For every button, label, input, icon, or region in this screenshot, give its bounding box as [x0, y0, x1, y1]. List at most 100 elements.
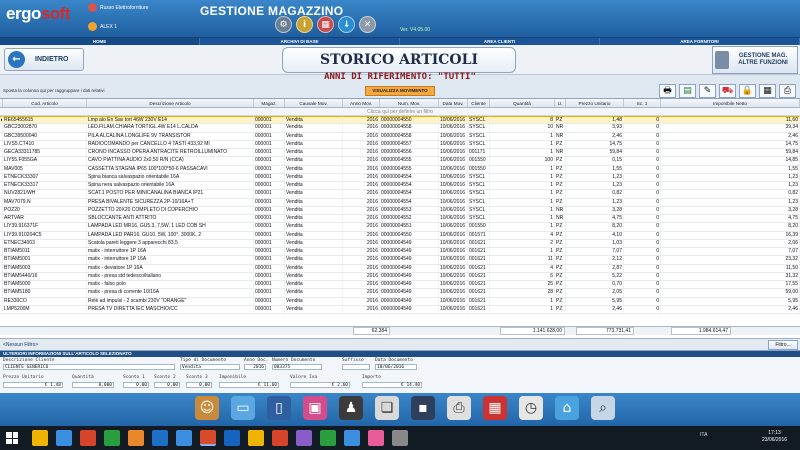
table-row[interactable]: GECA33311785 CRONO INCASSO OPERA ANTRACIT…: [0, 149, 800, 158]
cell-quantita: 1: [490, 149, 555, 157]
taskbar-app-icon[interactable]: [152, 430, 168, 446]
table-row[interactable]: BTIAM5011 matix - interruttore 1P 16A 0000…: [0, 248, 800, 257]
col-um[interactable]: U. M.: [555, 99, 566, 115]
printer-icon[interactable]: ⎙: [447, 396, 471, 420]
excel-icon[interactable]: ▤: [679, 84, 696, 98]
taskbar-app-icon[interactable]: [80, 430, 96, 446]
calendar-icon[interactable]: ▦: [483, 396, 507, 420]
table-row[interactable]: LIY39.910204C5 LAMPADA LED PAR16, GU10, 5…: [0, 231, 800, 240]
calendar-icon[interactable]: ▦: [317, 16, 334, 33]
cell-prezzo-unitario: 1,55: [566, 165, 624, 173]
menu-archivi-di-base[interactable]: ARCHIVI DI BASE: [200, 38, 400, 45]
table-row[interactable]: ▸RE65455615Lmp alo En Sav tort 46W 230V …: [0, 116, 800, 125]
col-cliente[interactable]: Cliente: [468, 99, 490, 107]
col-anno[interactable]: Anno Mov.: [343, 99, 380, 107]
menu-area-clienti[interactable]: AREA CLIENTI: [400, 38, 600, 45]
taskbar-app-icon[interactable]: [368, 430, 384, 446]
calculator-icon[interactable]: ▦: [759, 84, 776, 98]
table-row[interactable]: LIVS5.CT410 RADIOCOMANDO per CANCELLO 4 T…: [0, 140, 800, 149]
gear-icon[interactable]: ⚙: [275, 16, 292, 33]
windows-start-icon[interactable]: [6, 432, 18, 444]
table-row[interactable]: ETNEC34003 Scatola pareti leggere 3 appar…: [0, 239, 800, 248]
clock-icon[interactable]: ◷: [519, 396, 543, 420]
car-icon[interactable]: ⛟: [719, 84, 736, 98]
col-magazzino[interactable]: Magaz.: [254, 99, 285, 107]
table-row[interactable]: LIY55.F055GA CAVO PIATTINA AUDIO 2x0.50 R…: [0, 157, 800, 166]
taskbar-app-icon[interactable]: [272, 430, 288, 446]
info-icon[interactable]: i: [296, 16, 313, 33]
settings-icon[interactable]: ✎: [699, 84, 716, 98]
cell-sconto1: 0: [624, 173, 661, 181]
table-row[interactable]: LMP5200M PRESA TV DIRETTA IEC MASCHIO/CC 0…: [0, 305, 800, 314]
menu-home[interactable]: HOME: [0, 38, 200, 45]
table-row[interactable]: GBC23002870 LED.FILAM.CHIARA TORTIGL.4W E…: [0, 124, 800, 133]
person-icon[interactable]: ♟: [339, 396, 363, 420]
cell-data-mov: 10/06/2016: [439, 182, 468, 190]
taskbar-app-icon[interactable]: [104, 430, 120, 446]
table-row[interactable]: MAV005 CASSETTA STAGNA IP65 100*100*50-6 …: [0, 165, 800, 174]
taskbar-app-icon[interactable]: [296, 430, 312, 446]
table-row[interactable]: ETNECK33307 Spina bianca salvaspazio orie…: [0, 173, 800, 182]
printer-icon[interactable]: ⎙: [779, 84, 796, 98]
user-icon[interactable]: ☺: [195, 396, 219, 420]
document-icon[interactable]: ▯: [267, 396, 291, 420]
card-icon[interactable]: ▭: [231, 396, 255, 420]
table-row[interactable]: LIY39.916371F LAMPADA LED MR16, GU5.3, 7,…: [0, 223, 800, 232]
cell-data-mov: 10/06/2016: [439, 190, 468, 198]
taskbar-app-icon[interactable]: [200, 430, 216, 446]
current-filter: <Nessun Filtro>: [3, 342, 39, 348]
menu-area-fornitori[interactable]: AREA FORNITORI: [600, 38, 800, 45]
col-num-mov[interactable]: Num. Mov.: [380, 99, 439, 107]
cell-descrizione: matix - interruttore 1P 16A: [87, 248, 254, 256]
altre-funzioni-button[interactable]: GESTIONE MAG. ALTRE FUNZIONI: [712, 46, 798, 74]
save-icon[interactable]: ▪: [411, 396, 435, 420]
visualizza-movimento-button[interactable]: VISUALIZZA MOVIMENTO: [365, 86, 435, 96]
taskbar-app-icon[interactable]: [56, 430, 72, 446]
taskbar-app-icon[interactable]: [248, 430, 264, 446]
table-row[interactable]: BTIAM5440/16 matix - presa std tedesco/it…: [0, 272, 800, 281]
function-dock: ☺ ▭ ▯ ▣ ♟ ❏ ▪ ⎙ ▦ ◷ ⌂ ⌕: [0, 393, 800, 426]
table-row[interactable]: RE330CO Relè ad impulsi - 2 scambi 230V "…: [0, 297, 800, 306]
print-icon[interactable]: 🖶: [659, 84, 676, 98]
col-data-mov[interactable]: Data Mov.: [439, 99, 468, 107]
clock[interactable]: 17:13 23/06/2016: [762, 430, 787, 444]
table-row[interactable]: ARTVAR SBLOCCANTE ANTI ATTRITO 000001 Vendi…: [0, 215, 800, 224]
col-imponibile[interactable]: Imponibile Netto: [661, 99, 800, 107]
taskbar-app-icon[interactable]: [176, 430, 192, 446]
download-icon[interactable]: ↓: [338, 16, 355, 33]
table-row[interactable]: NUV2821/WH SCAT.1 POSTO PER MINICANALINA …: [0, 190, 800, 199]
back-button[interactable]: ← INDIETRO: [4, 48, 84, 71]
table-row[interactable]: BTIAM5180 matix - presa di corrente 10/16…: [0, 289, 800, 298]
language-indicator[interactable]: ITA: [700, 432, 707, 438]
box-icon[interactable]: ▣: [303, 396, 327, 420]
filter-row[interactable]: Clicca qui per definire un filtro: [0, 108, 800, 116]
table-row[interactable]: BTIAM5001 matix - interruttore 1P 16A 0000…: [0, 256, 800, 265]
filtro-button[interactable]: Filtro...: [768, 340, 798, 350]
tag-icon[interactable]: ⌂: [555, 396, 579, 420]
cell-data-mov: 10/06/2016: [439, 198, 468, 206]
table-row[interactable]: POZ20 POZZETTO 20X20 COMPLETO DI COPERCHI…: [0, 206, 800, 215]
close-icon[interactable]: ✕: [359, 16, 376, 33]
col-causale[interactable]: Causale Mov.: [285, 99, 343, 107]
table-row[interactable]: BTIAM5000 matix - falso polo 000001 Vendita…: [0, 281, 800, 290]
table-row[interactable]: GBC39500040 PILA ALCALINA LONGLIFE 9V TRA…: [0, 132, 800, 141]
table-row[interactable]: MAV7079.N PRESA BIVALENTE SICUREZZA 2P-10…: [0, 198, 800, 207]
cell-prezzo-unitario: 2,05: [566, 289, 624, 297]
taskbar-app-icon[interactable]: [32, 430, 48, 446]
taskbar-app-icon[interactable]: [128, 430, 144, 446]
pages-icon[interactable]: ❏: [375, 396, 399, 420]
col-sconto1[interactable]: Sc. 1: [624, 99, 661, 107]
col-prezzo-unitario[interactable]: Prezzo Unitario: [566, 99, 624, 107]
taskbar-app-icon[interactable]: [320, 430, 336, 446]
col-quantita[interactable]: Quantità: [490, 99, 555, 107]
magnifier-icon[interactable]: ⌕: [591, 396, 615, 420]
taskbar-app-icon[interactable]: [344, 430, 360, 446]
col-descrizione[interactable]: Descrizione Articolo: [87, 99, 254, 107]
lock-icon[interactable]: 🔒: [739, 84, 756, 98]
table-row[interactable]: BTIAM5003 matix - deviatore 1P 16A 000001 V…: [0, 264, 800, 273]
table-row[interactable]: ETNECK33317 Spina nera salvaspazio orient…: [0, 182, 800, 191]
taskbar-app-icon[interactable]: [392, 430, 408, 446]
col-cod-articolo[interactable]: Cod. Articolo: [3, 99, 87, 107]
taskbar-app-icon[interactable]: [224, 430, 240, 446]
cell-um: PZ: [555, 297, 566, 305]
